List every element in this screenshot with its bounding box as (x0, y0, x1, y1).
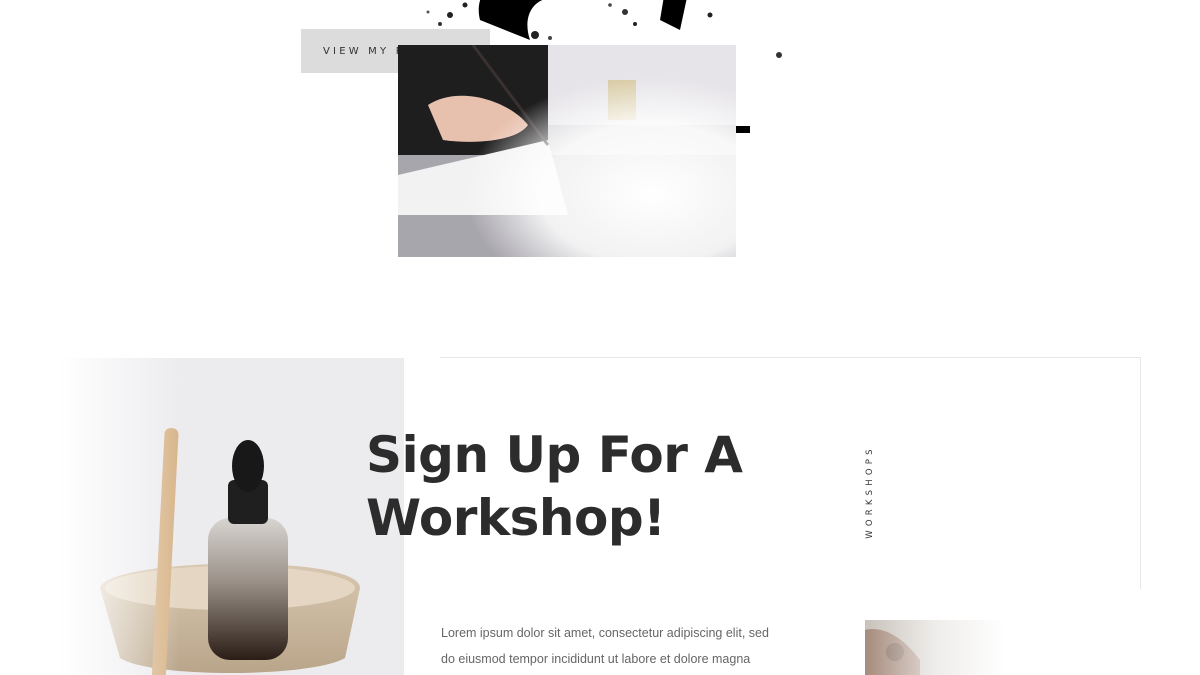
artist-painting-photo (398, 45, 736, 257)
workshop-description: Lorem ipsum dolor sit amet, consectetur … (441, 620, 821, 672)
workshop-headline: Sign Up For A Workshop! (366, 424, 826, 550)
workshop-description-line1: Lorem ipsum dolor sit amet, consectetur … (441, 626, 769, 640)
workshop-headline-line1: Sign Up For A (366, 426, 743, 484)
workshops-vertical-label: WORKSHOPS (860, 432, 880, 552)
workshop-description-line2: do eiusmod tempor incididunt ut labore e… (441, 652, 751, 666)
section-frame-right-border (1140, 357, 1141, 589)
section-frame-top-border (440, 357, 1141, 358)
workshop-headline-line2: Workshop! (366, 489, 666, 547)
dropper-bottle-photo (60, 358, 404, 675)
workshops-vertical-label-text: WORKSHOPS (865, 445, 875, 539)
workshop-thumbnail-photo (865, 620, 1005, 675)
